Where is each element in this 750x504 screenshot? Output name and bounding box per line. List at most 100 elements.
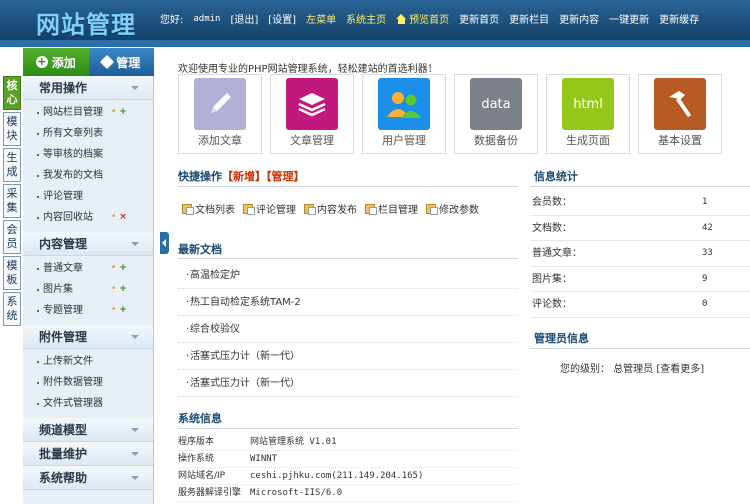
shortcut-data-backup[interactable]: data 数据备份 — [454, 74, 538, 154]
shortcut-add-article[interactable]: 添加文章 — [178, 74, 262, 154]
tab-template[interactable]: 模板 — [3, 256, 21, 290]
section-content[interactable]: 内容管理 — [23, 232, 153, 256]
shortcut-article-manage[interactable]: 文章管理 — [270, 74, 354, 154]
update-home-link[interactable]: 更新首页 — [459, 11, 499, 26]
quick-columns[interactable]: 栏目管理 — [365, 201, 418, 216]
shortcut-label: 数据备份 — [474, 134, 518, 147]
preview-label: 预览首页 — [409, 15, 450, 26]
sidebar-item-file-manager[interactable]: 文件式管理器 — [23, 393, 153, 414]
tab-collect[interactable]: 采集 — [3, 184, 21, 218]
view-more-link[interactable]: [查看更多] — [656, 364, 704, 375]
shortcut-generate-page[interactable]: html 生成页面 — [546, 74, 630, 154]
stat-value: 0 — [702, 299, 708, 309]
latest-docs-list: 高温检定炉 热工自动检定系统TAM-2 综合校验仪 活塞式压力计（新一代） 活塞… — [178, 262, 518, 397]
divider — [530, 348, 750, 349]
sidebar-item-gallery[interactable]: 图片集 • + — [23, 279, 153, 300]
list-item[interactable]: 活塞式压力计（新一代） — [178, 343, 518, 370]
sidebar-item-attachment-data[interactable]: 附件数据管理 — [23, 372, 153, 393]
tab-generate[interactable]: 生成 — [3, 148, 21, 182]
sidebar-item-recycle-bin[interactable]: 内容回收站 • × — [23, 207, 153, 228]
update-column-link[interactable]: 更新栏目 — [509, 11, 549, 26]
menu-label: 图片集 — [43, 284, 73, 295]
section-title: 内容管理 — [39, 237, 88, 251]
shortcut-basic-settings[interactable]: 基本设置 — [638, 74, 722, 154]
sidebar-item-pending-review[interactable]: 等审核的档案 — [23, 144, 153, 165]
section-batch[interactable]: 批量维护 — [23, 442, 153, 466]
stat-key: 普通文章： — [532, 248, 582, 259]
collapse-sidebar-handle[interactable] — [160, 232, 169, 254]
list-item[interactable]: 高温检定炉 — [178, 262, 518, 289]
hammer-icon — [654, 78, 706, 130]
sidebar-item-articles[interactable]: 普通文章 • + — [23, 258, 153, 279]
list-item[interactable]: 活塞式压力计（新一代） — [178, 370, 518, 397]
sidebar-item-upload[interactable]: 上传新文件 — [23, 351, 153, 372]
data-backup-icon: data — [470, 78, 522, 130]
chevron-down-icon — [131, 86, 139, 90]
add-button-label: 添加 — [51, 55, 76, 70]
sidebar-item-topics[interactable]: 专题管理 • + — [23, 300, 153, 321]
sidebar-item-column-manage[interactable]: 网站栏目管理 • + — [23, 102, 153, 123]
one-click-update-link[interactable]: 一键更新 — [609, 11, 649, 26]
html-icon: html — [562, 78, 614, 130]
admin-level: 您的级别： 总管理员 [查看更多] — [560, 360, 704, 375]
top-strip — [0, 40, 750, 47]
table-row: 程序版本 网站管理系统 V1.01 — [178, 434, 518, 451]
section-help[interactable]: 系统帮助 — [23, 466, 153, 490]
dot-icon: • — [111, 305, 117, 315]
list-item[interactable]: 热工自动检定系统TAM-2 — [178, 289, 518, 316]
quick-add-link[interactable]: 【新增】 — [222, 170, 266, 183]
info-key: 程序版本 — [178, 437, 215, 447]
section-title: 系统帮助 — [39, 471, 88, 485]
logout-link[interactable]: [退出] — [230, 11, 258, 26]
stat-value: 9 — [702, 273, 708, 284]
update-cache-link[interactable]: 更新缓存 — [659, 11, 699, 26]
section-channel-model[interactable]: 频道模型 — [23, 418, 153, 442]
quick-doc-list[interactable]: 文档列表 — [182, 201, 235, 216]
nav-left-menu[interactable]: 左菜单 — [306, 11, 336, 26]
add-icon[interactable]: + — [119, 305, 127, 315]
settings-link[interactable]: [设置] — [268, 11, 296, 26]
add-icon[interactable]: + — [119, 107, 127, 117]
folder-icon — [243, 203, 255, 215]
divider — [178, 428, 518, 429]
quick-manage-link[interactable]: 【管理】 — [266, 170, 305, 183]
quick-comments[interactable]: 评论管理 — [243, 201, 296, 216]
section-common[interactable]: 常用操作 — [23, 76, 153, 100]
quick-ops: 文档列表 评论管理 内容发布 栏目管理 修改参数 — [182, 201, 487, 216]
add-icon[interactable]: + — [119, 263, 127, 273]
add-button[interactable]: + 添加 — [23, 48, 89, 76]
list-item[interactable]: 综合校验仪 — [178, 316, 518, 343]
table-row: 图片集： 9 — [530, 267, 750, 292]
admin-level-value: 总管理员 — [613, 364, 654, 375]
tab-member[interactable]: 会员 — [3, 220, 21, 254]
add-icon[interactable]: + — [119, 284, 127, 294]
clear-icon[interactable]: × — [119, 212, 127, 222]
data-icon-text: data — [481, 96, 511, 112]
users-icon — [378, 78, 430, 130]
tab-module[interactable]: 模块 — [3, 112, 21, 146]
stat-key: 文档数： — [532, 222, 572, 234]
sidebar-item-comments[interactable]: 评论管理 — [23, 186, 153, 207]
pencil-icon — [100, 54, 115, 70]
update-content-link[interactable]: 更新内容 — [559, 11, 599, 26]
section-attachments[interactable]: 附件管理 — [23, 325, 153, 349]
quick-params[interactable]: 修改参数 — [426, 201, 479, 216]
stats-table: 会员数： 1 文档数： 42 普通文章： 33 图片集： 9 评论数： 0 — [530, 190, 750, 318]
quick-title-text: 快捷操作 — [178, 170, 222, 183]
pencil-icon — [194, 78, 246, 130]
shortcut-label: 生成页面 — [566, 134, 610, 147]
shortcut-user-manage[interactable]: 用户管理 — [362, 74, 446, 154]
manage-button[interactable]: 管理 — [88, 48, 154, 76]
sidebar-item-all-articles[interactable]: 所有文章列表 — [23, 123, 153, 144]
sidebar-item-my-docs[interactable]: 我发布的文档 — [23, 165, 153, 186]
info-key: 服务器解译引擎 — [178, 488, 242, 498]
quick-publish[interactable]: 内容发布 — [304, 201, 357, 216]
preview-home-link[interactable]: 预览首页 — [396, 11, 449, 26]
quick-ops-title: 快捷操作【新增】【管理】 — [178, 168, 305, 184]
nav-system-home[interactable]: 系统主页 — [346, 11, 386, 26]
dot-icon: • — [111, 284, 117, 294]
tab-core[interactable]: 核心 — [3, 76, 21, 110]
stat-key: 图片集： — [532, 273, 572, 285]
tab-system[interactable]: 系统 — [3, 292, 21, 326]
dot-icon: • — [111, 107, 117, 117]
